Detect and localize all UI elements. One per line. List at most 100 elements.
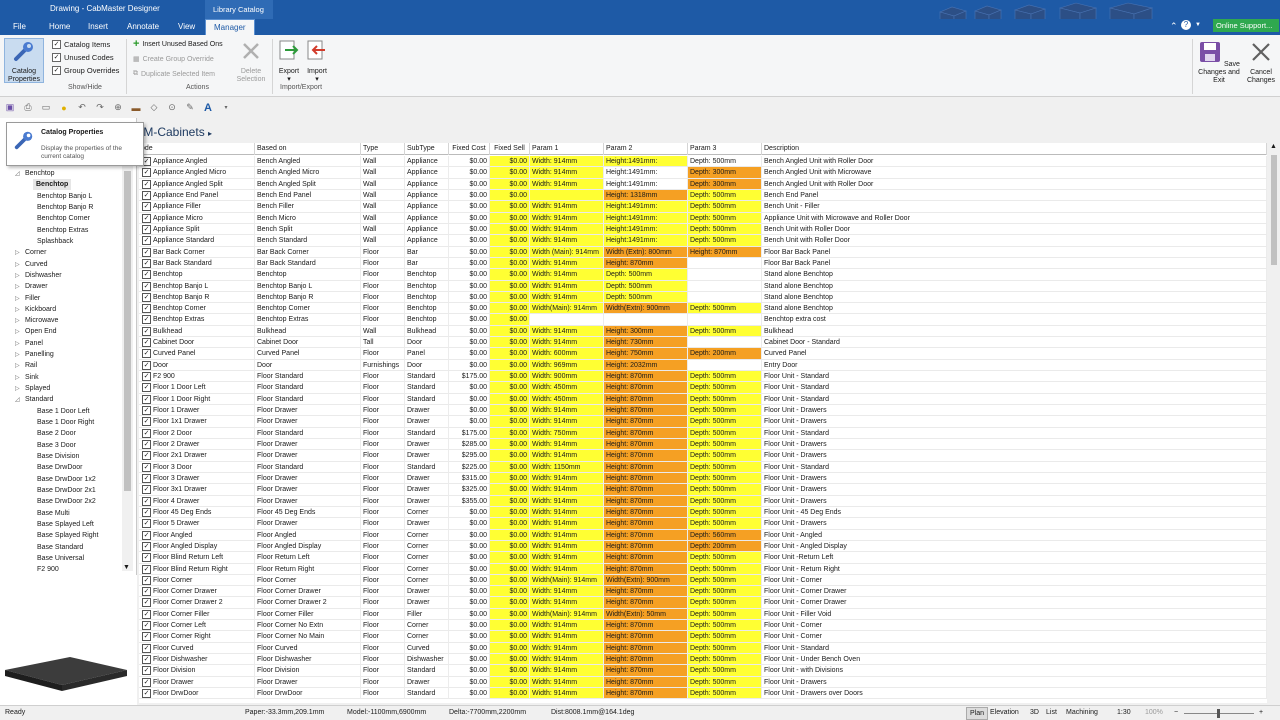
tab-view[interactable]: View [178,22,195,31]
col-based-on-cell[interactable]: Floor Corner Drawer 2 [255,597,361,609]
col-subtype-cell[interactable]: Drawer [405,518,449,530]
col-fixed-cost-cell[interactable]: $0.00 [449,393,490,406]
col-based-on-cell[interactable]: Floor Corner Drawer [255,586,361,598]
col-description-cell[interactable]: Benchtop extra cost [762,314,1267,326]
col-type-cell[interactable]: Floor [361,552,405,564]
col-type-cell[interactable]: Wall [361,189,405,202]
col-param1-cell[interactable]: Width: 914mm [530,620,604,632]
table-row[interactable]: ✓ Floor Blind Return Left Floor Return Lef… [139,552,1267,564]
col-description-cell[interactable]: Floor Unit - Standard [762,382,1267,394]
col-code-cell[interactable]: ✓ Floor Corner Right [139,631,255,643]
col-param2-cell[interactable]: Height: 870mm [604,450,688,462]
tree-expander-icon[interactable]: ▷ [15,272,21,279]
tree-item[interactable]: Curved [25,259,48,270]
col-fixed-sell-cell[interactable]: $0.00 [490,642,530,655]
col-fixed-cost-cell[interactable]: $0.00 [449,337,490,349]
col-type-cell[interactable]: Floor [361,631,405,643]
col-param1-cell[interactable]: Width: 914mm [530,201,604,213]
col-param2-cell[interactable]: Height: 870mm [604,416,688,428]
col-subtype-cell[interactable]: Benchtop [405,280,449,292]
col-fixed-cost-cell[interactable]: $355.00 [449,495,490,507]
col-fixed-sell-header[interactable]: Fixed Sell [490,143,530,155]
row-enabled-checkbox[interactable]: ✓ [142,507,151,517]
col-fixed-cost-cell[interactable]: $0.00 [449,167,490,179]
col-param3-cell[interactable]: Depth: 500mm [688,235,762,247]
table-row[interactable]: ✓ Floor 1 Door Left Floor Standard Floor Sta… [139,382,1267,394]
cancel-changes-button[interactable]: Cancel Changes [1244,40,1278,85]
col-param1-cell[interactable]: Width: 914mm [530,257,604,270]
col-param3-cell[interactable]: Depth: 500mm [688,371,762,383]
col-param1-cell[interactable]: Width: 914mm [530,665,604,677]
table-row[interactable]: ✓ Benchtop Benchtop Floor Benchtop $0.00 $0.00… [139,269,1267,281]
col-type-cell[interactable]: Floor [361,371,405,383]
col-based-on-cell[interactable]: Cabinet Door [255,337,361,349]
col-param3-cell[interactable]: Depth: 560mm [688,529,762,541]
tree-item[interactable]: Base Division [37,451,79,462]
table-row[interactable]: ✓ Appliance Angled Split Bench Angled Spli… [139,178,1267,190]
col-based-on-cell[interactable]: Floor Corner Filler [255,608,361,621]
col-type-cell[interactable]: Tall [361,337,405,349]
row-enabled-checkbox[interactable]: ✓ [142,292,151,302]
panel-icon[interactable]: ▬ [130,103,142,113]
col-based-on-cell[interactable]: Benchtop Corner [255,303,361,315]
help-dropdown-icon[interactable]: ▼ [1195,22,1201,28]
col-based-on-cell[interactable]: Floor Curved [255,642,361,655]
col-param1-cell[interactable]: Width: 914mm [530,212,604,224]
col-param1-cell[interactable]: Width: 914mm [530,223,604,236]
row-enabled-checkbox[interactable]: ✓ [142,428,151,438]
col-type-cell[interactable]: Floor [361,529,405,541]
table-row[interactable]: ✓ Floor Corner Floor Corner Floor Corner $0.0… [139,574,1267,587]
col-param1-cell[interactable]: Width: 914mm [530,235,604,247]
col-fixed-cost-cell[interactable]: $0.00 [449,654,490,666]
col-description-cell[interactable]: Bench Angled Unit with Roller Door [762,156,1267,168]
col-type-cell[interactable]: Furnishings [361,359,405,372]
col-code-cell[interactable]: ✓ Floor 3 Door [139,461,255,473]
col-fixed-cost-cell[interactable]: $0.00 [449,201,490,213]
tree-item[interactable]: Kickboard [25,304,56,315]
col-based-on-cell[interactable]: Floor Drawer [255,495,361,507]
col-subtype-cell[interactable]: Corner [405,563,449,575]
col-code-cell[interactable]: ✓ Floor Angled Display [139,540,255,553]
col-description-cell[interactable]: Curved Panel [762,348,1267,360]
col-param1-cell[interactable]: Width: 914mm [530,529,604,541]
col-param2-cell[interactable]: Width(Extn): 50mm [604,608,688,621]
col-param1-cell[interactable]: Width(Main): 914mm [530,608,604,621]
zoom-slider-thumb[interactable] [1217,709,1220,718]
col-subtype-cell[interactable]: Standard [405,688,449,700]
col-fixed-cost-cell[interactable]: $0.00 [449,676,490,689]
col-fixed-cost-cell[interactable]: $0.00 [449,280,490,292]
col-subtype-cell[interactable]: Drawer [405,676,449,689]
table-row[interactable]: ✓ Floor 45 Deg Ends Floor 45 Deg Ends Floor… [139,506,1267,519]
col-code-cell[interactable]: ✓ Appliance Standard [139,235,255,247]
col-param2-cell[interactable]: Height: 870mm [604,597,688,609]
col-code-cell[interactable]: ✓ Floor Dishwasher [139,654,255,666]
col-code-cell[interactable]: ✓ Appliance Filler [139,201,255,213]
table-row[interactable]: ✓ Floor 3 Door Floor Standard Floor Standard… [139,461,1267,473]
tree-item[interactable]: Panel [25,338,43,349]
col-param2-cell[interactable]: Height: 870mm [604,472,688,485]
table-row[interactable]: ✓ Floor 3x1 Drawer Floor Drawer Floor Drawer… [139,484,1267,496]
col-param1-cell[interactable]: Width: 914mm [530,269,604,281]
col-fixed-cost-cell[interactable]: $0.00 [449,189,490,202]
table-row[interactable]: ✓ Appliance Angled Micro Bench Angled Micr… [139,167,1267,179]
col-param3-cell[interactable]: Depth: 500mm [688,223,762,236]
row-enabled-checkbox[interactable]: ✓ [142,564,151,574]
col-description-cell[interactable]: Floor Unit - Corner [762,620,1267,632]
col-based-on-cell[interactable]: Benchtop Banjo R [255,291,361,304]
col-description-cell[interactable]: Bench Unit - Filler [762,201,1267,213]
col-description-cell[interactable]: Floor Unit - Corner Drawer [762,597,1267,609]
table-row[interactable]: ✓ Floor 1 Drawer Floor Drawer Floor Drawer $0… [139,405,1267,417]
col-description-cell[interactable]: Floor Unit - Angled [762,529,1267,541]
view-tab-elevation[interactable]: Elevation [987,707,1022,720]
col-fixed-cost-cell[interactable]: $225.00 [449,461,490,473]
table-row[interactable]: ✓ Appliance Split Bench Split Wall Appliance… [139,223,1267,236]
row-enabled-checkbox[interactable]: ✓ [142,609,151,619]
col-param3-cell[interactable] [688,359,762,372]
tree-item[interactable]: Panelling [25,349,54,360]
col-subtype-cell[interactable]: Door [405,359,449,372]
col-param1-cell[interactable]: Width (Main): 914mm [530,246,604,258]
col-subtype-cell[interactable]: Drawer [405,484,449,496]
col-param1-cell[interactable]: Width: 914mm [530,416,604,428]
col-param3-cell[interactable]: Depth: 500mm [688,642,762,655]
col-param3-cell[interactable]: Depth: 300mm [688,178,762,190]
